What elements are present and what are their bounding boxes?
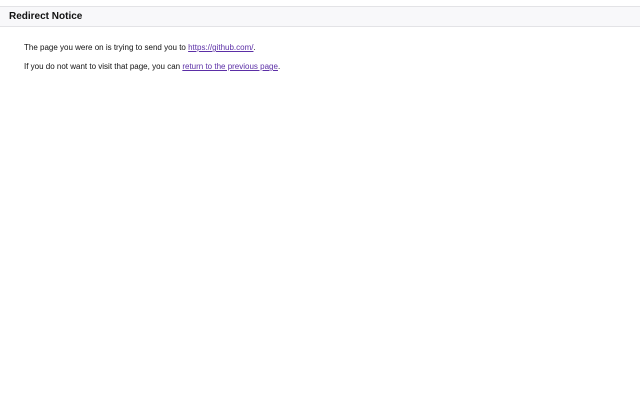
- redirect-message-prefix: The page you were on is trying to send y…: [24, 43, 189, 52]
- header-bar: Redirect Notice: [0, 7, 640, 27]
- redirect-target-link[interactable]: https://github.com/: [188, 43, 253, 52]
- redirect-message-suffix: .: [253, 43, 256, 52]
- redirect-message: The page you were on is trying to send y…: [24, 43, 256, 53]
- redirect-notice-page: Redirect Notice The page you were on is …: [0, 0, 640, 400]
- return-message-prefix: If you do not want to visit that page, y…: [24, 62, 183, 71]
- return-previous-page-link[interactable]: return to the previous page: [182, 62, 278, 71]
- return-message-suffix: .: [277, 62, 281, 71]
- return-message: If you do not want to visit that page, y…: [24, 62, 280, 72]
- page-title: Redirect Notice: [9, 11, 83, 22]
